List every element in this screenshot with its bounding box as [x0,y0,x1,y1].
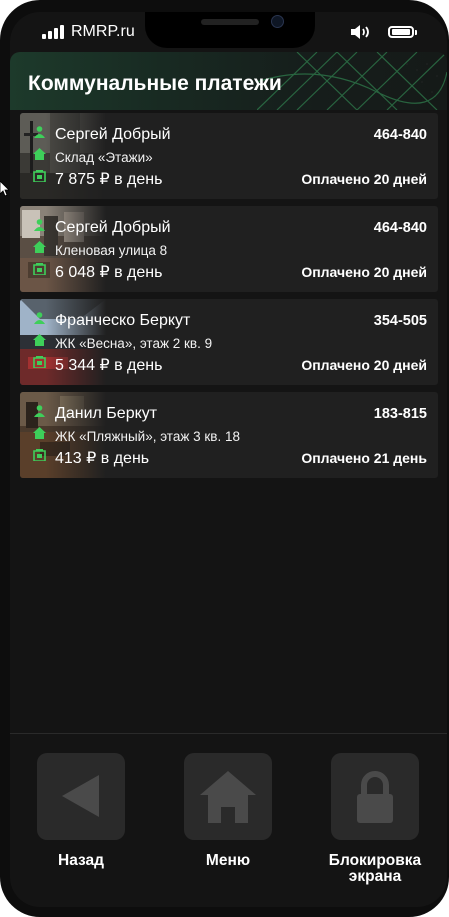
daily-price: 5 344 ₽ в день [55,357,163,374]
speaker-grille [201,19,259,25]
phone-frame: RMRP.ru Коммунальные платежи Сергей Добр… [0,0,449,917]
property-address: ЖК «Весна», этаж 2 кв. 9 [55,336,213,351]
phone-screen: RMRP.ru Коммунальные платежи Сергей Добр… [10,12,447,907]
menu-label: Меню [205,852,251,869]
page-header: Коммунальные платежи [10,52,447,110]
home-icon [200,771,256,823]
owner-name: Сергей Добрый [55,219,171,236]
carrier-label: RMRP.ru [71,23,135,40]
notch [145,12,315,48]
wallet-icon [33,449,46,461]
mouse-cursor-icon [0,181,9,197]
house-icon [33,427,46,439]
daily-price: 6 048 ₽ в день [55,264,163,281]
lock-screen-button[interactable] [331,753,419,840]
camera-lens [271,15,284,28]
back-triangle-icon [62,775,99,817]
status-bar: RMRP.ru [10,12,447,52]
person-icon [34,219,45,231]
property-card[interactable]: Сергей Добрый Кленовая улица 8 6 048 ₽ в… [20,206,438,292]
paid-status: Оплачено 20 дней [301,264,427,280]
header-pattern [257,52,447,110]
wallet-icon [33,263,46,275]
signal-icon [42,25,68,39]
property-address: ЖК «Пляжный», этаж 3 кв. 18 [55,429,240,444]
property-address: Кленовая улица 8 [55,243,168,258]
person-icon [34,312,45,324]
property-code: 464-840 [373,220,427,236]
back-label: Назад [58,852,104,869]
property-card[interactable]: Данил Беркут ЖК «Пляжный», этаж 3 кв. 18… [20,392,438,478]
wallet-icon [33,170,46,182]
paid-status: Оплачено 21 день [301,450,427,466]
nav-divider [10,733,447,734]
person-icon [34,126,45,138]
property-address: Склад «Этажи» [55,150,153,165]
lock-label-line2: экрана [348,868,402,885]
property-list: Сергей Добрый Склад «Этажи» 7 875 ₽ в де… [20,113,438,485]
lock-screen-label: Блокировка экрана [321,853,429,885]
page-title: Коммунальные платежи [28,72,282,95]
battery-icon [388,26,414,38]
owner-name: Франческо Беркут [55,312,191,329]
padlock-icon [357,771,393,823]
property-code: 183-815 [373,406,427,422]
house-icon [33,241,46,253]
wallet-icon [33,356,46,368]
person-icon [34,405,45,417]
property-card[interactable]: Сергей Добрый Склад «Этажи» 7 875 ₽ в де… [20,113,438,199]
property-code: 464-840 [373,127,427,143]
owner-name: Сергей Добрый [55,126,171,143]
daily-price: 7 875 ₽ в день [55,171,163,188]
battery-tip [415,30,417,35]
volume-icon [351,25,369,39]
house-icon [33,334,46,346]
lock-label-line1: Блокировка [328,852,422,869]
paid-status: Оплачено 20 дней [301,171,427,187]
daily-price: 413 ₽ в день [55,450,150,467]
property-code: 354-505 [373,313,427,329]
owner-name: Данил Беркут [55,405,158,422]
menu-button[interactable] [184,753,272,840]
house-icon [33,148,46,160]
back-button[interactable] [37,753,125,840]
paid-status: Оплачено 20 дней [301,357,427,373]
property-card[interactable]: Франческо Беркут ЖК «Весна», этаж 2 кв. … [20,299,438,385]
